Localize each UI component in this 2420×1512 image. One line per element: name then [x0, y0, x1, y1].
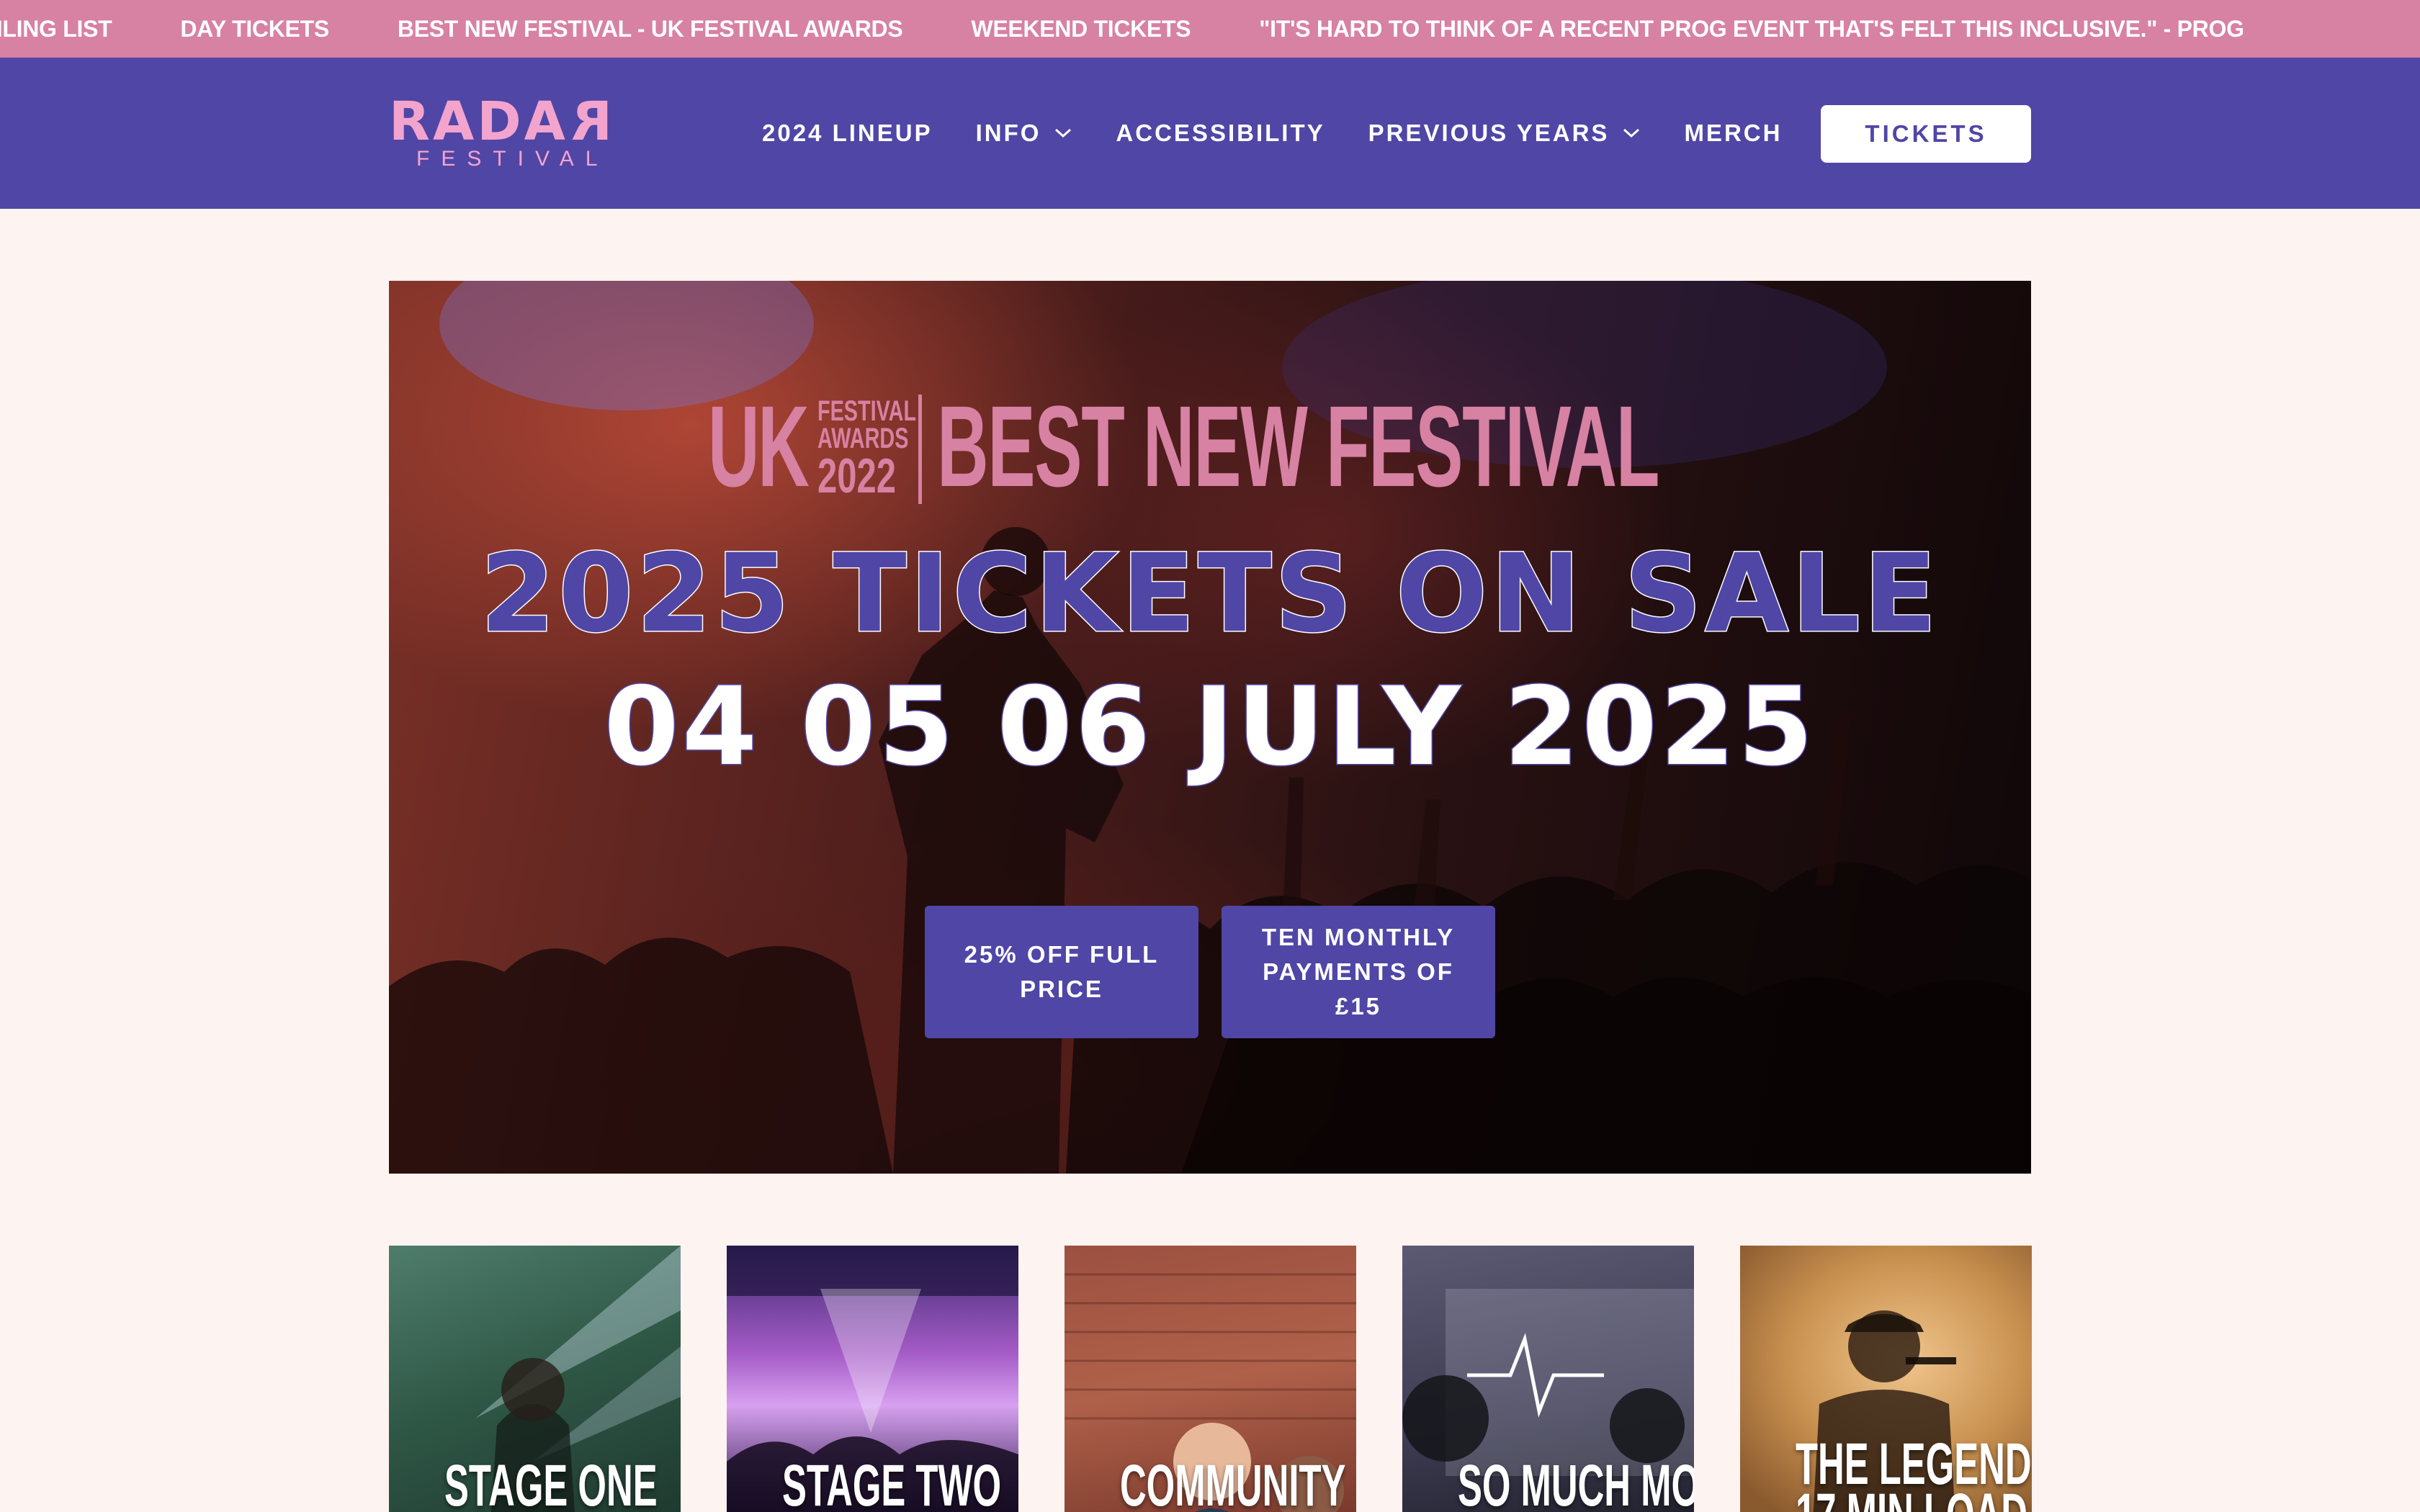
- monthly-payments-button[interactable]: TEN MONTHLY PAYMENTS OF £15: [1222, 906, 1495, 1038]
- uk-festival-awards-badge: UK FESTIVAL AWARDS 2022 BEST NEW FESTIVA…: [708, 389, 1716, 504]
- discount-offer-button[interactable]: 25% OFF FULL PRICE: [925, 906, 1198, 1038]
- nav-link-label: PREVIOUS YEARS: [1368, 120, 1610, 146]
- hero-dates: 04 05 06 JULY 2025: [603, 665, 1816, 790]
- main-navbar: RADAR FESTIVAL 2024 LINEUP INFO ACCESSIB…: [0, 58, 2420, 209]
- nav-links: 2024 LINEUP INFO ACCESSIBILITY PREVIOUS …: [762, 58, 1825, 209]
- ticker-item-quote[interactable]: "IT'S HARD TO THINK OF A RECENT PROG EVE…: [1259, 16, 2244, 42]
- nav-link-merch[interactable]: MERCH: [1684, 120, 1782, 147]
- award-uk: UK: [708, 382, 810, 510]
- award-title: BEST NEW FESTIVAL: [937, 382, 1659, 510]
- card-stage-one[interactable]: STAGE ONE: [389, 1246, 681, 1512]
- ticker-item-award[interactable]: BEST NEW FESTIVAL - UK FESTIVAL AWARDS: [398, 16, 903, 42]
- card-stage-two[interactable]: STAGE TWO: [727, 1246, 1018, 1512]
- card-17-min-load-in[interactable]: THE LEGENDRY 17 MIN LOAD IN: [1740, 1246, 2032, 1512]
- nav-link-label: ACCESSIBILITY: [1116, 120, 1325, 146]
- ticker-track: AILING LIST DAY TICKETS BEST NEW FESTIVA…: [0, 0, 2313, 58]
- card-label: COMMUNITY: [1119, 1453, 1346, 1512]
- award-year: 2022: [817, 449, 896, 503]
- nav-link-info[interactable]: INFO: [976, 120, 1073, 147]
- feature-cards: STAGE ONE STAGE TWO COMMUNITY SO MUCH MO…: [389, 1246, 2032, 1512]
- logo-subtitle: FESTIVAL: [416, 147, 609, 171]
- ticker-item-day-tickets[interactable]: DAY TICKETS: [180, 16, 329, 42]
- ticker-item-mailing-list[interactable]: AILING LIST: [0, 16, 112, 42]
- announcement-ticker: AILING LIST DAY TICKETS BEST NEW FESTIVA…: [0, 0, 2420, 58]
- card-label: STAGE TWO: [781, 1453, 1002, 1512]
- nav-link-label: 2024 LINEUP: [762, 120, 933, 146]
- nav-link-accessibility[interactable]: ACCESSIBILITY: [1116, 120, 1325, 147]
- card-label: SO MUCH MORE: [1457, 1453, 1694, 1512]
- chevron-down-icon: [1055, 128, 1072, 138]
- nav-link-2024-lineup[interactable]: 2024 LINEUP: [762, 120, 933, 147]
- chevron-down-icon: [1623, 128, 1640, 138]
- award-line1: FESTIVAL: [817, 395, 917, 427]
- nav-link-label: INFO: [975, 120, 1041, 146]
- ticker-item-weekend-tickets[interactable]: WEEKEND TICKETS: [971, 16, 1191, 42]
- card-community[interactable]: COMMUNITY: [1065, 1246, 1356, 1512]
- award-details: FESTIVAL AWARDS 2022: [817, 395, 917, 503]
- nav-link-label: MERCH: [1684, 120, 1783, 146]
- nav-link-previous-years[interactable]: PREVIOUS YEARS: [1368, 120, 1641, 147]
- logo-wordmark: RADAR: [389, 91, 612, 153]
- radar-festival-logo[interactable]: RADAR FESTIVAL: [389, 91, 637, 173]
- hero-headline: 2025 TICKETS ON SALE: [479, 531, 1940, 657]
- award-divider: [918, 395, 922, 504]
- hero-banner: UK FESTIVAL AWARDS 2022 BEST NEW FESTIVA…: [389, 281, 2031, 1174]
- card-label-line2: 17 MIN LOAD IN: [1796, 1485, 2032, 1512]
- tickets-button[interactable]: TICKETS: [1821, 105, 2031, 163]
- card-so-much-more[interactable]: SO MUCH MORE: [1402, 1246, 1694, 1512]
- card-label: STAGE ONE: [444, 1453, 658, 1512]
